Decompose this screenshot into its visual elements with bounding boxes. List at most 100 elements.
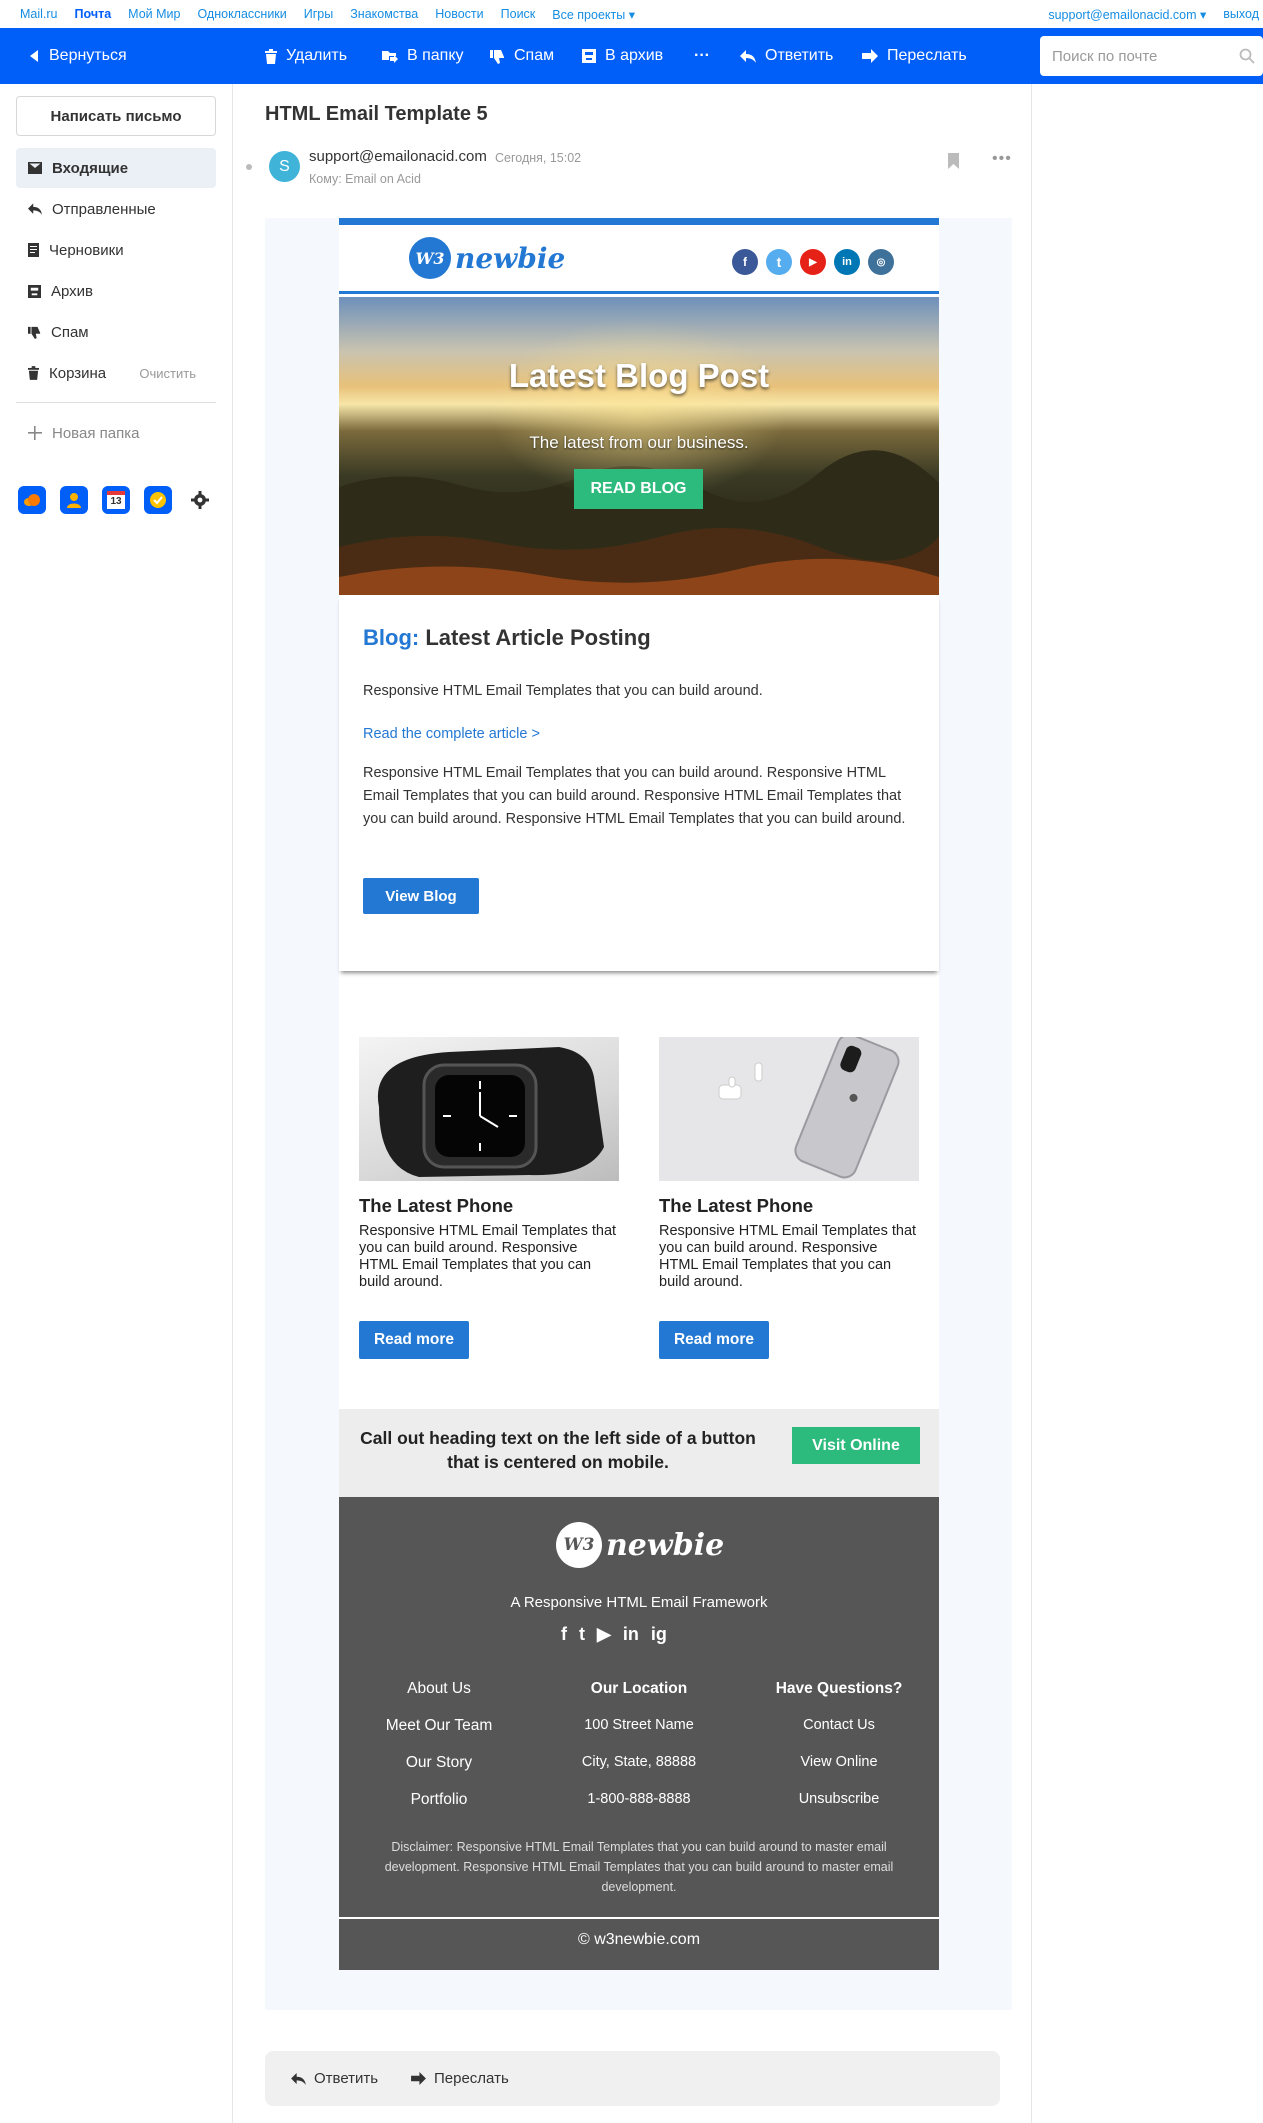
linkedin-icon[interactable]: in — [834, 249, 860, 275]
move-to-folder-button[interactable]: В папку — [382, 28, 464, 84]
view-blog-button[interactable]: View Blog — [363, 878, 479, 914]
footer-social-icons: f t ▶ in ig — [561, 1624, 667, 1645]
bottom-reply-button[interactable]: Ответить — [291, 2051, 378, 2106]
footer-link[interactable]: Meet Our Team — [339, 1717, 539, 1754]
footer-link[interactable]: Contact Us — [739, 1717, 939, 1754]
cloud-app-icon[interactable] — [18, 486, 46, 514]
logout-link[interactable]: выход — [1223, 7, 1259, 22]
clear-trash-button[interactable]: Очистить — [139, 366, 196, 381]
hero-banner: Latest Blog Post The latest from our bus… — [339, 297, 939, 595]
read-blog-button[interactable]: READ BLOG — [574, 469, 703, 509]
footer-link[interactable]: Our Story — [339, 1754, 539, 1791]
forward-button[interactable]: Переслать — [862, 28, 967, 84]
link-moy-mir[interactable]: Мой Мир — [128, 7, 180, 22]
archive-button[interactable]: В архив — [582, 28, 663, 84]
reply-button[interactable]: Ответить — [740, 28, 833, 84]
visit-online-button[interactable]: Visit Online — [792, 1427, 920, 1464]
tasks-app-icon[interactable] — [144, 486, 172, 514]
header-social-icons: f t ▶ in ◎ — [732, 249, 894, 275]
more-actions-button[interactable]: ··· — [694, 28, 710, 84]
link-novosti[interactable]: Новости — [435, 7, 483, 22]
delete-button[interactable]: Удалить — [265, 28, 347, 84]
footer-text: 100 Street Name — [584, 1717, 694, 1733]
footer-column-about: About Us Meet Our Team Our Story Portfol… — [339, 1680, 539, 1828]
mail-toolbar: Вернуться Удалить В папку Спам В архив ·… — [0, 28, 1263, 84]
link-poisk[interactable]: Поиск — [501, 7, 536, 22]
folder-drafts[interactable]: Черновики — [16, 230, 216, 270]
twitter-icon[interactable]: t — [579, 1624, 585, 1645]
product-text: Responsive HTML Email Templates that you… — [659, 1223, 917, 1290]
folder-sent[interactable]: Отправленные — [16, 189, 216, 229]
back-arrow-icon — [30, 50, 38, 62]
facebook-icon[interactable]: f — [561, 1624, 567, 1645]
message-more-icon[interactable]: ••• — [992, 150, 1012, 168]
calendar-app-icon[interactable]: 13 — [102, 486, 130, 514]
folder-spam[interactable]: Спам — [16, 312, 216, 352]
sidebar: Написать письмо Входящие Отправленные Че… — [0, 84, 232, 2123]
footer-text: City, State, 88888 — [581, 1754, 697, 1770]
footer-link[interactable]: About Us — [339, 1680, 539, 1717]
archive-icon — [582, 49, 596, 63]
sender-email[interactable]: support@emailonacid.com — [309, 148, 487, 165]
callout-section: Call out heading text on the left side o… — [339, 1409, 939, 1497]
folder-inbox[interactable]: Входящие — [16, 148, 216, 188]
footer-link[interactable]: Portfolio — [339, 1791, 539, 1828]
footer-divider — [339, 1917, 939, 1919]
footer-column-questions: Have Questions? Contact Us View Online U… — [739, 1680, 939, 1828]
link-igry[interactable]: Игры — [304, 7, 333, 22]
link-mailru[interactable]: Mail.ru — [20, 7, 58, 22]
blog-heading: Blog: Latest Article Posting — [363, 625, 651, 650]
sender-avatar[interactable]: S — [269, 151, 300, 182]
spam-button[interactable]: Спам — [490, 28, 554, 84]
youtube-icon[interactable]: ▶ — [597, 1624, 611, 1645]
read-more-button[interactable]: Read more — [359, 1321, 469, 1359]
instagram-icon[interactable]: ig — [651, 1624, 667, 1645]
column-divider — [1031, 84, 1032, 2123]
reply-icon — [291, 2072, 306, 2085]
settings-gear-icon[interactable] — [186, 486, 214, 514]
link-pochta[interactable]: Почта — [75, 7, 112, 22]
read-status-dot[interactable] — [246, 164, 252, 170]
compose-button[interactable]: Написать письмо — [16, 96, 216, 136]
twitter-icon[interactable]: t — [766, 249, 792, 275]
link-znakomstva[interactable]: Знакомства — [350, 7, 418, 22]
email-header: W3 newbie f t ▶ in ◎ — [339, 225, 939, 294]
footer-text: 1-800-888-8888 — [587, 1791, 691, 1807]
account-menu[interactable]: support@emailonacid.com ▾ — [1048, 7, 1206, 22]
footer-link[interactable]: View Online — [739, 1754, 939, 1791]
linkedin-icon[interactable]: in — [623, 1624, 639, 1645]
w3newbie-logo[interactable]: W3 newbie — [409, 237, 565, 279]
product-card: The Latest Phone Responsive HTML Email T… — [659, 1037, 919, 1359]
email-content: W3 newbie f t ▶ in ◎ Latest Blog Post Th… — [339, 218, 939, 1970]
message-subject: HTML Email Template 5 — [265, 103, 488, 125]
footer-copyright: © w3newbie.com — [577, 1931, 701, 1948]
read-article-link[interactable]: Read the complete article > — [363, 726, 540, 742]
watch-image — [359, 1037, 619, 1181]
footer-link[interactable]: Unsubscribe — [739, 1791, 939, 1828]
hero-title: Latest Blog Post — [508, 357, 770, 394]
footer-logo[interactable]: W3 newbie — [556, 1522, 724, 1568]
contacts-app-icon[interactable] — [60, 486, 88, 514]
folder-trash[interactable]: Корзина Очистить — [16, 353, 216, 393]
facebook-icon[interactable]: f — [732, 249, 758, 275]
read-more-button[interactable]: Read more — [659, 1321, 769, 1359]
envelope-icon — [28, 162, 42, 174]
callout-text: Call out heading text on the left side o… — [360, 1428, 756, 1472]
reply-icon — [28, 203, 42, 215]
link-odnoklassniki[interactable]: Одноклассники — [197, 7, 286, 22]
app-shortcuts: 13 — [18, 486, 214, 514]
search-input[interactable]: Поиск по почте — [1040, 36, 1263, 76]
blog-intro: Responsive HTML Email Templates that you… — [363, 683, 763, 699]
bookmark-icon[interactable] — [948, 153, 959, 169]
email-footer: W3 newbie A Responsive HTML Email Framew… — [339, 1497, 939, 1970]
new-folder-button[interactable]: Новая папка — [16, 413, 216, 453]
back-button[interactable]: Вернуться — [28, 28, 127, 84]
youtube-icon[interactable]: ▶ — [800, 249, 826, 275]
bottom-forward-button[interactable]: Переслать — [411, 2051, 509, 2106]
folder-archive[interactable]: Архив — [16, 271, 216, 311]
link-all-projects[interactable]: Все проекты ▾ — [552, 7, 635, 22]
more-icon: ··· — [694, 47, 710, 64]
column-divider — [232, 84, 233, 2123]
instagram-icon[interactable]: ◎ — [868, 249, 894, 275]
footer-disclaimer: Disclaimer: Responsive HTML Email Templa… — [384, 1840, 894, 1894]
